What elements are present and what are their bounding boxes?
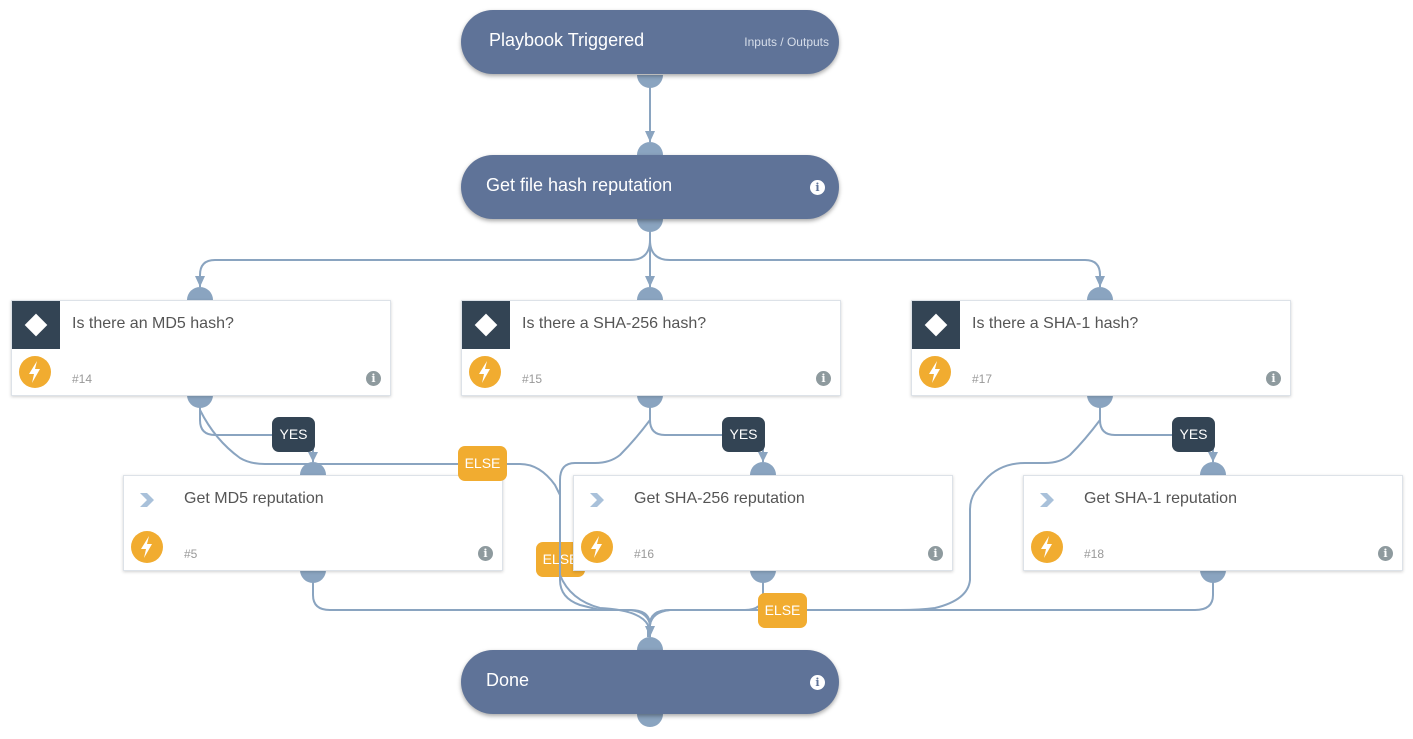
condition-type-box [12,301,60,349]
node-id: #18 [1084,547,1105,561]
port-trigger-out [637,75,663,88]
inputs-outputs-link[interactable]: Inputs / Outputs [744,35,829,49]
edge-hash-to-cond-sha1 [649,239,1101,287]
arrowhead [645,626,655,637]
condition-type-box [912,301,960,349]
arrowhead [195,276,205,287]
edge-task-sha256-to-done [649,575,764,626]
branch-label-yes-md5[interactable]: YES [272,417,315,452]
node-title: Get file hash reputation [486,175,673,195]
lightning-bolt-icon [19,356,51,388]
port-task-sha256-out [750,570,776,583]
edge-hash-to-cond-md5 [199,239,651,287]
edge-task-sha1-to-done [649,575,1214,626]
node-playbook-triggered[interactable]: Playbook Triggered Inputs / Outputs [461,10,839,74]
branch-label-yes-sha256[interactable]: YES [722,417,765,452]
diamond-icon [474,313,498,337]
node-id: #15 [522,372,543,386]
port-task-md5-out [300,570,326,583]
node-title: Get SHA-256 reputation [634,490,805,507]
lightning-bolt-icon [919,356,951,388]
branch-label-else-md5[interactable]: ELSE [458,446,507,481]
port-hash-in [637,142,663,155]
port-cond-sha256-in [637,287,663,300]
node-cond-md5[interactable]: Is there an MD5 hash? #14 i [11,300,391,396]
arrowhead [645,131,655,142]
node-title: Get SHA-1 reputation [1084,490,1237,507]
info-icon[interactable]: i [928,546,943,561]
port-cond-md5-in [187,287,213,300]
info-icon[interactable]: i [1378,546,1393,561]
info-icon[interactable]: i [478,546,493,561]
lightning-bolt-icon [131,531,163,563]
node-title: Playbook Triggered [489,30,645,50]
node-title: Get MD5 reputation [184,490,324,507]
diamond-icon [924,313,948,337]
port-task-sha1-out [1200,570,1226,583]
arrowhead [645,276,655,287]
node-cond-sha1[interactable]: Is there a SHA-1 hash? #17 i [911,300,1291,396]
node-title: Is there a SHA-1 hash? [972,315,1139,332]
node-id: #14 [72,372,93,386]
arrowhead [758,452,768,462]
port-cond-sha1-in [1087,287,1113,300]
branch-label-yes-sha1[interactable]: YES [1172,417,1215,452]
node-id: #5 [184,547,198,561]
chevron-right-icon [140,493,154,507]
node-title: Is there a SHA-256 hash? [522,315,707,332]
info-icon[interactable]: i [366,371,381,386]
node-title: Is there an MD5 hash? [72,315,234,332]
node-cond-sha256[interactable]: Is there a SHA-256 hash? #15 i [461,300,841,396]
port-cond-sha256-out [637,395,663,408]
arrowhead [1208,452,1218,462]
node-task-sha1[interactable]: Get SHA-1 reputation #18 i [1023,475,1403,571]
node-task-sha256[interactable]: Get SHA-256 reputation #16 i [573,475,953,571]
info-icon[interactable]: i [810,675,825,690]
diamond-icon [24,313,48,337]
arrowhead [308,452,318,462]
arrowhead [1095,276,1105,287]
info-icon[interactable]: i [810,180,825,195]
port-cond-md5-out [187,395,213,408]
branch-label-else-sha1[interactable]: ELSE [758,593,807,628]
port-task-sha1-in [1200,462,1226,475]
node-get-file-hash-reputation[interactable]: Get file hash reputation i [461,155,839,219]
port-done-out [637,714,663,727]
info-icon[interactable]: i [816,371,831,386]
port-task-sha256-in [750,462,776,475]
chevron-right-icon [1040,493,1054,507]
node-task-md5[interactable]: Get MD5 reputation #5 i [123,475,503,571]
edge-task-md5-to-done [312,575,651,637]
node-done[interactable]: Done i [461,650,839,714]
port-cond-sha1-out [1087,395,1113,408]
chevron-right-icon [590,493,604,507]
node-id: #17 [972,372,993,386]
lightning-bolt-icon [1031,531,1063,563]
condition-type-box [462,301,510,349]
node-id: #16 [634,547,655,561]
node-title: Done [486,670,530,690]
lightning-bolt-icon [581,531,613,563]
port-hash-out [637,219,663,232]
info-icon[interactable]: i [1266,371,1281,386]
port-done-in [637,637,663,650]
lightning-bolt-icon [469,356,501,388]
